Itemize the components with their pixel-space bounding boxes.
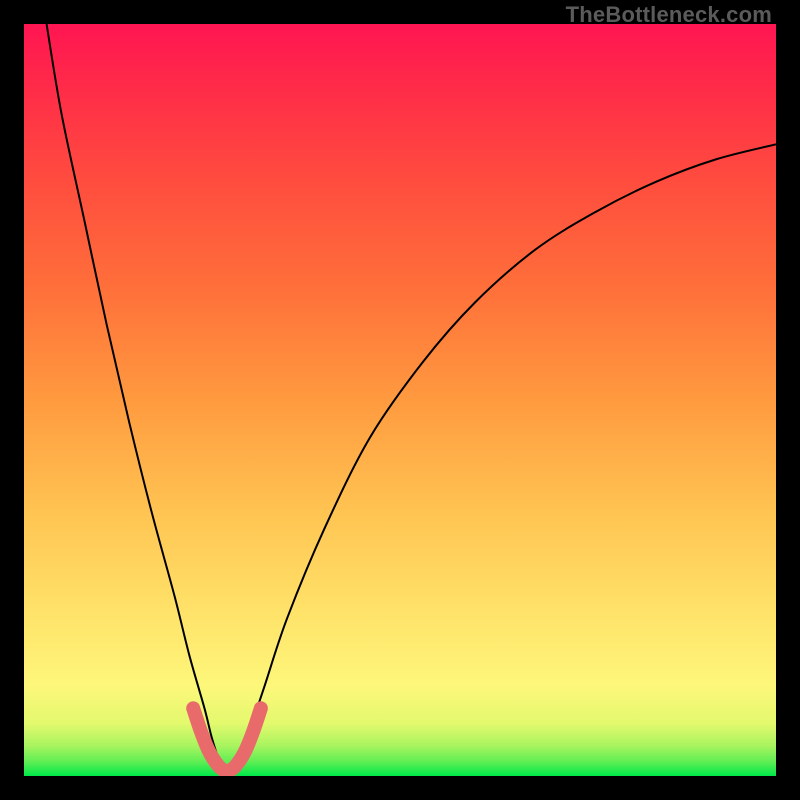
chart-frame xyxy=(24,24,776,776)
gradient-background xyxy=(24,24,776,776)
watermark-label: TheBottleneck.com xyxy=(566,2,772,28)
chart-canvas xyxy=(24,24,776,776)
